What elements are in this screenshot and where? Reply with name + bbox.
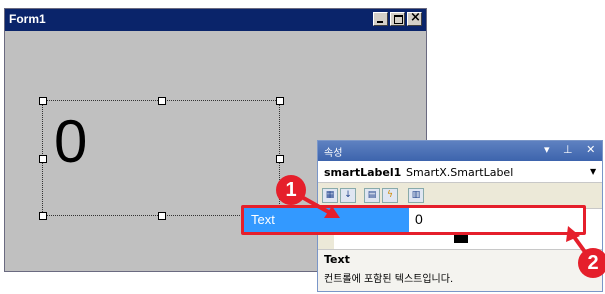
callout-badge-1: 1 (276, 175, 306, 205)
arrow-1 (299, 194, 333, 216)
callout-badge-2: 2 (578, 248, 605, 278)
callout-arrows (299, 194, 587, 254)
